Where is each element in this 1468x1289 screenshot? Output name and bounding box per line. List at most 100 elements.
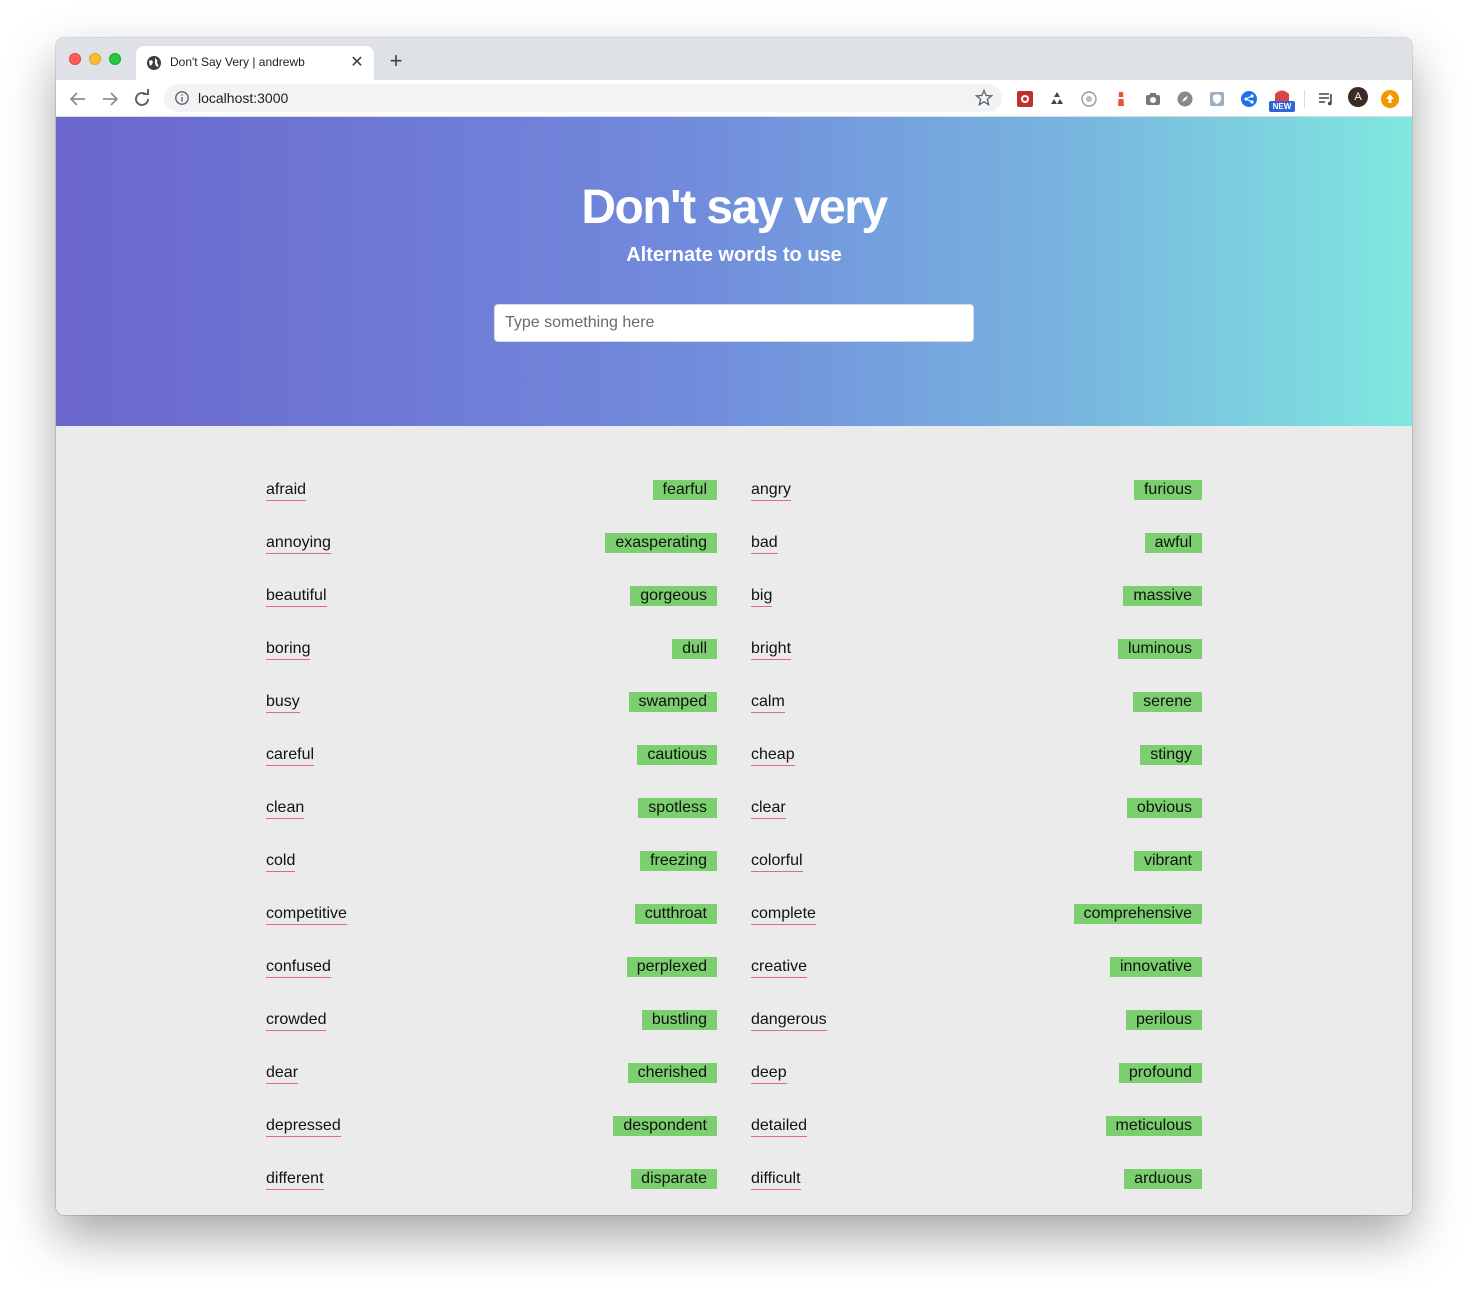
back-icon[interactable] — [66, 87, 90, 111]
alternate-word-badge: awful — [1144, 533, 1202, 553]
close-window-button[interactable] — [69, 53, 81, 65]
word-term[interactable]: bad — [751, 533, 778, 554]
browser-window: Don't Say Very | andrewb ✕ + localhost:3… — [56, 38, 1412, 1215]
alternate-word-badge: innovative — [1109, 957, 1202, 977]
word-term[interactable]: difficult — [751, 1169, 801, 1190]
address-bar[interactable]: localhost:3000 — [164, 84, 1002, 112]
url-text: localhost:3000 — [198, 90, 289, 106]
word-term[interactable]: boring — [266, 639, 311, 660]
word-term[interactable]: colorful — [751, 851, 803, 872]
word-term[interactable]: competitive — [266, 904, 347, 925]
word-term[interactable]: dear — [266, 1063, 299, 1084]
alternate-word-badge: obvious — [1126, 798, 1202, 818]
word-term[interactable]: confused — [266, 957, 331, 978]
search-input[interactable] — [494, 304, 974, 342]
alternate-word-badge: spotless — [638, 798, 717, 818]
profile-avatar[interactable]: A — [1348, 87, 1368, 107]
alternate-word-badge: serene — [1133, 692, 1202, 712]
word-row: bright luminous — [751, 639, 1202, 661]
word-term[interactable]: big — [751, 586, 773, 607]
word-row: angry furious — [751, 480, 1202, 502]
alternate-word-badge: swamped — [628, 692, 717, 712]
word-term[interactable]: detailed — [751, 1116, 808, 1137]
minimize-window-button[interactable] — [89, 53, 101, 65]
close-tab-icon[interactable]: ✕ — [348, 54, 366, 72]
word-term[interactable]: creative — [751, 957, 808, 978]
word-row: crowded bustling — [266, 1010, 717, 1032]
word-term[interactable]: cheap — [751, 745, 795, 766]
word-term[interactable]: cold — [266, 851, 296, 872]
new-tab-button[interactable]: + — [384, 50, 408, 74]
word-term[interactable]: angry — [751, 480, 792, 501]
word-row: clear obvious — [751, 798, 1202, 820]
alternate-word-badge: dull — [672, 639, 717, 659]
word-row: busy swamped — [266, 692, 717, 714]
compass-icon[interactable] — [1176, 90, 1194, 108]
new-badge: NEW — [1269, 101, 1295, 112]
word-term[interactable]: deep — [751, 1063, 787, 1084]
word-row: bad awful — [751, 533, 1202, 555]
media-queue-icon[interactable] — [1317, 90, 1335, 108]
word-term[interactable]: depressed — [266, 1116, 341, 1137]
shield-icon[interactable] — [1208, 90, 1226, 108]
word-term[interactable]: beautiful — [266, 586, 327, 607]
word-row: beautiful gorgeous — [266, 586, 717, 608]
camera-icon[interactable] — [1144, 90, 1162, 108]
bookmark-star-icon[interactable] — [974, 88, 994, 108]
alternate-word-badge: cautious — [637, 745, 717, 765]
word-row: cheap stingy — [751, 745, 1202, 767]
word-term[interactable]: complete — [751, 904, 816, 925]
page-subtitle: Alternate words to use — [626, 244, 842, 266]
alternate-word-badge: massive — [1123, 586, 1202, 606]
word-row: different disparate — [266, 1169, 717, 1191]
word-row: deep profound — [751, 1063, 1202, 1085]
word-row: creative innovative — [751, 957, 1202, 979]
word-term[interactable]: crowded — [266, 1010, 327, 1031]
alternate-word-badge: fearful — [652, 480, 717, 500]
share-icon[interactable] — [1240, 90, 1258, 108]
word-term[interactable]: calm — [751, 692, 785, 713]
word-row: confused perplexed — [266, 957, 717, 979]
hero-section: Don't say very Alternate words to use — [56, 117, 1412, 426]
word-term[interactable]: afraid — [266, 480, 307, 501]
reload-icon[interactable] — [130, 87, 154, 111]
word-row: afraid fearful — [266, 480, 717, 502]
info-icon[interactable] — [174, 90, 190, 106]
alternate-word-badge: furious — [1133, 480, 1202, 500]
word-term[interactable]: clean — [266, 798, 305, 819]
word-row: dear cherished — [266, 1063, 717, 1085]
forward-icon[interactable] — [98, 87, 122, 111]
alternate-word-badge: vibrant — [1133, 851, 1202, 871]
alternate-word-badge: cherished — [627, 1063, 717, 1083]
alternate-word-badge: arduous — [1124, 1169, 1202, 1189]
word-row: complete comprehensive — [751, 904, 1202, 926]
zoom-window-button[interactable] — [109, 53, 121, 65]
alternate-word-badge: meticulous — [1105, 1116, 1202, 1136]
alternate-word-badge: despondent — [613, 1116, 717, 1136]
recycle-icon[interactable] — [1048, 90, 1066, 108]
word-term[interactable]: clear — [751, 798, 786, 819]
tab-active[interactable]: Don't Say Very | andrewb ✕ — [136, 46, 374, 80]
word-term[interactable]: different — [266, 1169, 324, 1190]
tab-title: Don't Say Very | andrewb — [170, 55, 305, 69]
extension-new[interactable]: NEW — [1268, 86, 1296, 114]
word-term[interactable]: bright — [751, 639, 792, 660]
word-term[interactable]: busy — [266, 692, 300, 713]
alternate-word-badge: cutthroat — [634, 904, 717, 924]
alternate-word-badge: perilous — [1125, 1010, 1202, 1030]
alternate-word-badge: disparate — [631, 1169, 717, 1189]
word-term[interactable]: careful — [266, 745, 315, 766]
alternate-word-badge: luminous — [1117, 639, 1202, 659]
word-row: annoying exasperating — [266, 533, 717, 555]
word-row: detailed meticulous — [751, 1116, 1202, 1138]
word-row: big massive — [751, 586, 1202, 608]
extension-red-icon[interactable] — [1016, 90, 1034, 108]
target-icon[interactable] — [1080, 90, 1098, 108]
word-term[interactable]: annoying — [266, 533, 331, 554]
word-term[interactable]: dangerous — [751, 1010, 827, 1031]
lighthouse-icon[interactable] — [1112, 90, 1130, 108]
alternate-word-badge: exasperating — [605, 533, 717, 553]
alternate-word-badge: bustling — [641, 1010, 717, 1030]
update-icon[interactable] — [1381, 90, 1399, 108]
tab-strip: Don't Say Very | andrewb ✕ + — [56, 38, 1412, 80]
